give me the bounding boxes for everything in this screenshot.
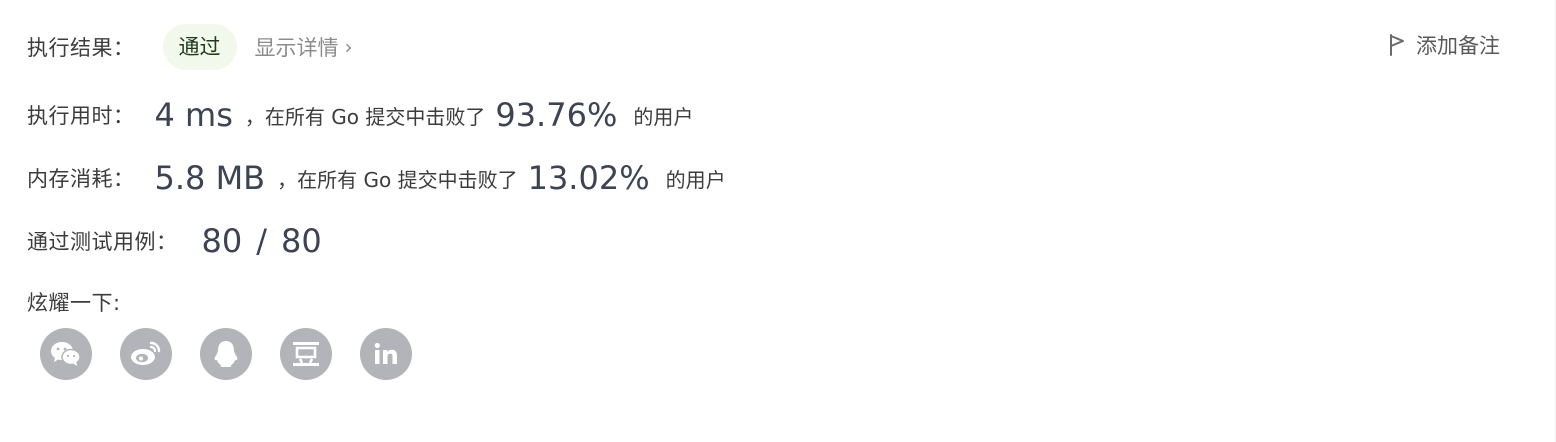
share-qq-button[interactable] <box>200 328 252 380</box>
memory-beat-text: ，在所有 Go 提交中击败了 <box>277 167 518 192</box>
testcases-total: 80 <box>281 222 322 260</box>
share-weibo-button[interactable] <box>120 328 172 380</box>
testcases-separator: / <box>256 222 267 260</box>
runtime-percent: 93.76% <box>495 96 618 134</box>
linkedin-icon <box>374 342 397 364</box>
weibo-icon <box>131 341 161 365</box>
show-details-link[interactable]: 显示详情 › <box>255 32 353 62</box>
runtime-value: 4 ms <box>154 96 233 134</box>
runtime-label: 执行用时： <box>27 104 135 128</box>
runtime-row: 执行用时： 4 ms ，在所有 Go 提交中击败了 93.76% 的用户 <box>27 92 693 138</box>
memory-value: 5.8 MB <box>154 159 266 197</box>
testcases-label: 通过测试用例： <box>27 230 178 254</box>
runtime-beat-text: ，在所有 Go 提交中击败了 <box>244 104 486 129</box>
wechat-icon <box>51 342 81 366</box>
chevron-right-icon: › <box>344 35 353 59</box>
memory-percent: 13.02% <box>527 159 650 197</box>
status-badge: 通过 <box>162 24 237 70</box>
qq-icon <box>214 341 238 367</box>
share-wechat-button[interactable] <box>40 328 92 380</box>
share-douban-button[interactable] <box>280 328 332 380</box>
result-label: 执行结果： <box>27 36 135 60</box>
share-row: 炫耀一下: <box>27 286 121 318</box>
flag-icon <box>1390 34 1404 56</box>
memory-label: 内存消耗： <box>27 167 135 191</box>
show-details-label: 显示详情 <box>254 36 339 60</box>
share-icons <box>40 328 412 380</box>
memory-suffix: 的用户 <box>665 167 726 192</box>
testcases-row: 通过测试用例： 80 / 80 <box>27 218 322 264</box>
memory-row: 内存消耗： 5.8 MB ，在所有 Go 提交中击败了 13.02% 的用户 <box>27 155 726 201</box>
share-linkedin-button[interactable] <box>360 328 412 380</box>
share-label: 炫耀一下: <box>27 291 121 315</box>
douban-icon <box>293 342 319 366</box>
add-note-label: 添加备注 <box>1416 34 1500 58</box>
submission-result-panel: 执行结果： 通过 显示详情 › 添加备注 执行用时： 4 ms ，在所有 Go … <box>0 0 1556 442</box>
runtime-suffix: 的用户 <box>633 104 694 129</box>
testcases-passed: 80 <box>201 222 243 260</box>
result-row: 执行结果： 通过 显示详情 › <box>27 24 353 70</box>
add-note-button[interactable]: 添加备注 <box>1388 30 1500 60</box>
